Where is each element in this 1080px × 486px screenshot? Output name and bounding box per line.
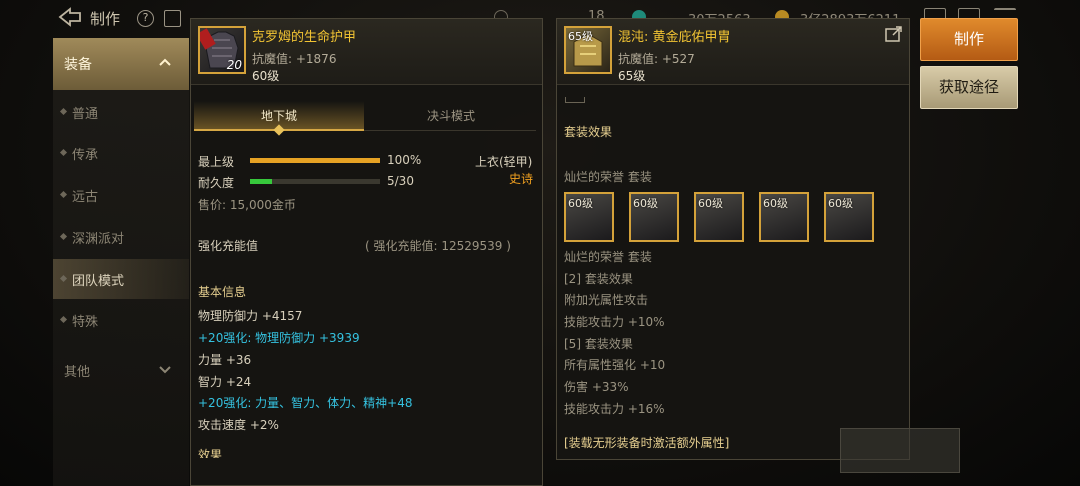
- enhance-level-badge: 20: [226, 58, 242, 72]
- sell-price: 售价: 15,000金币: [198, 198, 296, 212]
- item-level: 65级: [618, 69, 646, 83]
- set-effect-line: 技能攻击力 +16%: [564, 402, 665, 416]
- item-name: 克罗姆的生命护甲: [252, 30, 357, 45]
- set-effect-line: [2] 套装效果: [564, 272, 633, 286]
- max-level-label: 最上级: [198, 155, 235, 169]
- durability-value: 5/30: [387, 174, 414, 188]
- set-item-slot[interactable]: 60级: [629, 192, 679, 242]
- item-level: 60级: [252, 69, 280, 83]
- scroll-indicator: [565, 97, 585, 103]
- sidebar-item-label: 远古: [72, 190, 99, 205]
- set-effect-line: 附加光属性攻击: [564, 293, 649, 307]
- set-item-slot[interactable]: 60级: [759, 192, 809, 242]
- help-icon[interactable]: ?: [137, 10, 154, 27]
- sidebar-item-label: 特殊: [72, 315, 99, 330]
- max-level-bar: [250, 158, 380, 163]
- tab-pvp[interactable]: 决斗模式: [366, 101, 536, 131]
- rarity: 史诗: [509, 172, 534, 186]
- item-resist: 抗魔值: +527: [618, 52, 695, 66]
- set-effect-line: [5] 套装效果: [564, 337, 633, 351]
- background-button[interactable]: [840, 428, 960, 473]
- set-effect-line: 技能攻击力 +10%: [564, 315, 665, 329]
- set-item-level: 60级: [633, 197, 658, 210]
- obtain-route-button[interactable]: 获取途径: [920, 66, 1018, 109]
- sidebar-item-label: 深渊派对: [72, 232, 125, 247]
- bullet-icon: [59, 190, 68, 199]
- sidebar-item-label: 普通: [72, 107, 99, 122]
- enhance-charge-value: ( 强化充能值: 12529539 ): [365, 239, 511, 253]
- durability-bar-fill: [250, 179, 272, 184]
- stat-line: 物理防御力 +4157: [198, 309, 303, 323]
- stat-line: +20强化: 力量、智力、体力、精神+48: [198, 396, 413, 410]
- sidebar-item-normal[interactable]: 普通: [53, 92, 189, 132]
- sidebar-item-raid[interactable]: 团队模式: [53, 259, 189, 299]
- category-equipment[interactable]: 装备: [53, 38, 189, 90]
- set-item-slot[interactable]: 60级: [824, 192, 874, 242]
- stat-line: 力量 +36: [198, 353, 252, 367]
- stat-line: 攻击速度 +2%: [198, 418, 279, 432]
- share-icon[interactable]: [885, 26, 903, 42]
- page-title: 制作: [90, 10, 121, 28]
- bullet-icon: [59, 107, 68, 116]
- set-item-level: 60级: [763, 197, 788, 210]
- set-item-level: 60级: [568, 197, 593, 210]
- slot-type: 上衣(轻甲): [475, 155, 533, 169]
- category-other-label: 其他: [64, 365, 91, 380]
- helmet-item-icon: 65级: [564, 26, 612, 74]
- set-effect-line: 所有属性强化 +10: [564, 358, 666, 372]
- set-name: 灿烂的荣誉 套装: [564, 170, 652, 184]
- max-level-value: 100%: [387, 153, 422, 167]
- sidebar-item-special[interactable]: 特殊: [53, 300, 189, 340]
- tooltip-header: 65级 混沌: 黄金庇佑甲胄 抗魔值: +527 65级: [557, 19, 909, 85]
- basic-info-title: 基本信息: [198, 285, 247, 299]
- set-item-level: 60级: [828, 197, 853, 210]
- bullet-icon: [59, 148, 68, 157]
- item-level-badge: 65级: [568, 30, 593, 43]
- stat-line: +20强化: 物理防御力 +3939: [198, 331, 360, 345]
- item-resist: 抗魔值: +1876: [252, 52, 337, 66]
- guide-book-icon[interactable]: [164, 10, 181, 27]
- bullet-icon: [59, 232, 68, 241]
- set-item-slot[interactable]: 60级: [564, 192, 614, 242]
- sidebar-item-abyss[interactable]: 深渊派对: [53, 217, 189, 257]
- game-screen: { "topbar": { "title": "制作", "help": "?"…: [0, 0, 1080, 486]
- back-arrow-icon[interactable]: [58, 7, 82, 27]
- set-item-slot[interactable]: 60级: [694, 192, 744, 242]
- category-equipment-label: 装备: [64, 57, 92, 73]
- item-name: 混沌: 黄金庇佑甲胄: [618, 30, 731, 45]
- mode-tabs: 地下城 决斗模式: [194, 101, 536, 136]
- chevron-up-icon: [159, 58, 171, 66]
- bullet-icon: [59, 315, 68, 324]
- craft-button[interactable]: 制作: [920, 18, 1018, 61]
- sidebar-item-ancient[interactable]: 远古: [53, 175, 189, 215]
- set-footer-note: [装载无形装备时激活额外属性]: [564, 436, 730, 450]
- set-effect-title: 套装效果: [564, 125, 613, 139]
- chevron-down-icon: [159, 366, 171, 374]
- durability-label: 耐久度: [198, 176, 235, 190]
- sidebar-item-label: 团队模式: [72, 274, 125, 289]
- category-other[interactable]: 其他: [53, 350, 189, 390]
- bullet-icon: [59, 274, 68, 283]
- durability-bar: [250, 179, 380, 184]
- armor-item-icon: 20: [198, 26, 246, 74]
- set-name: 灿烂的荣誉 套装: [564, 250, 652, 264]
- max-level-bar-fill: [250, 158, 380, 163]
- effect-title-cut: 效果: [198, 448, 223, 458]
- set-item-level: 60级: [698, 197, 723, 210]
- stat-line: 智力 +24: [198, 375, 252, 389]
- sidebar-item-label: 传承: [72, 148, 99, 163]
- item-tooltip-right: 65级 混沌: 黄金庇佑甲胄 抗魔值: +527 65级 套装效果 灿烂的荣誉 …: [556, 18, 910, 460]
- item-tooltip-left: 20 克罗姆的生命护甲 抗魔值: +1876 60级 地下城 决斗模式 最上级 …: [190, 18, 543, 486]
- set-effect-line: 伤害 +33%: [564, 380, 629, 394]
- category-sidebar: 装备 普通 传承 远古 深渊派对 团队模式 特殊 其他: [53, 38, 189, 486]
- sidebar-item-inherit[interactable]: 传承: [53, 133, 189, 173]
- enhance-charge-label: 强化充能值: [198, 239, 259, 253]
- tooltip-header: 20 克罗姆的生命护甲 抗魔值: +1876 60级: [191, 19, 542, 85]
